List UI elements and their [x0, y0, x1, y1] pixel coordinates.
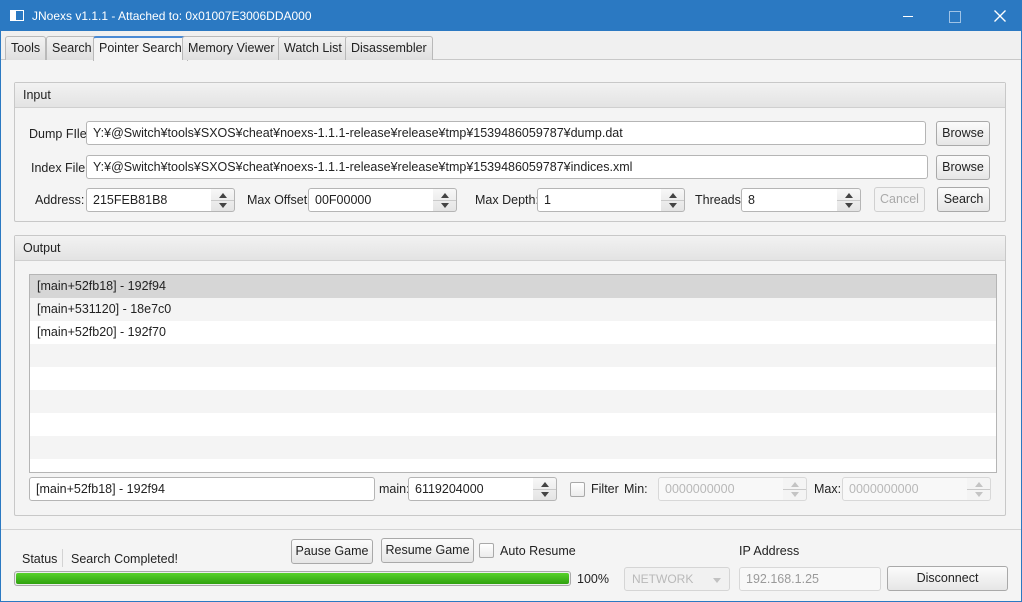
spin-up-icon — [791, 482, 799, 487]
address-label: Address: — [35, 193, 85, 207]
tab-watch-list[interactable]: Watch List — [278, 36, 348, 60]
max-depth-label: Max Depth: — [475, 193, 539, 207]
close-icon — [994, 10, 1006, 22]
pause-game-button[interactable]: Pause Game — [291, 539, 373, 564]
selected-result-field[interactable]: [main+52fb18] - 192f94 — [29, 477, 375, 501]
result-row[interactable]: [main+531120] - 18e7c0 — [30, 298, 996, 321]
auto-resume-label: Auto Resume — [500, 544, 576, 558]
filter-label: Filter — [591, 482, 619, 496]
spin-up-icon — [669, 193, 677, 198]
spin-down-icon — [441, 203, 449, 208]
max-offset-label: Max Offset: — [247, 193, 311, 207]
dump-file-field[interactable]: Y:¥@Switch¥tools¥SXOS¥cheat¥noexs-1.1.1-… — [86, 121, 926, 145]
tab-bar: Tools Search Pointer Search Memory Viewe… — [1, 31, 1021, 61]
threads-spinner[interactable] — [837, 188, 861, 212]
progress-bar — [14, 571, 571, 586]
search-button[interactable]: Search — [937, 187, 990, 212]
max-field[interactable]: 0000000000 — [842, 477, 968, 501]
spin-down-icon — [541, 492, 549, 497]
dump-file-label: Dump FIle: — [29, 127, 91, 141]
minimize-button[interactable] — [885, 1, 931, 31]
index-file-field[interactable]: Y:¥@Switch¥tools¥SXOS¥cheat¥noexs-1.1.1-… — [86, 155, 928, 179]
chevron-down-icon — [713, 578, 721, 583]
title-bar[interactable]: JNoexs v1.1.1 - Attached to: 0x01007E300… — [1, 1, 1021, 31]
index-file-label: Index File: — [31, 161, 89, 175]
min-label: Min: — [624, 482, 648, 496]
spin-up-icon — [441, 193, 449, 198]
tab-pointer-search[interactable]: Pointer Search — [93, 36, 188, 61]
results-list[interactable]: [main+52fb18] - 192f94 [main+531120] - 1… — [29, 274, 997, 473]
maximize-button[interactable] — [931, 1, 977, 31]
tab-memory-viewer[interactable]: Memory Viewer — [182, 36, 281, 60]
address-field[interactable]: 215FEB81B8 — [86, 188, 212, 212]
cancel-button[interactable]: Cancel — [874, 187, 925, 212]
ip-address-label: IP Address — [739, 544, 800, 558]
result-row — [30, 413, 996, 436]
status-text: Search Completed! — [71, 552, 179, 566]
max-offset-spinner[interactable] — [433, 188, 457, 212]
status-label: Status — [22, 552, 58, 566]
result-row — [30, 367, 996, 390]
progress-text: 100% — [577, 572, 609, 586]
result-row — [30, 436, 996, 459]
spin-down-icon — [845, 203, 853, 208]
result-row — [30, 344, 996, 367]
close-button[interactable] — [977, 1, 1022, 31]
spin-up-icon — [541, 482, 549, 487]
result-row — [30, 390, 996, 413]
status-separator — [62, 549, 63, 567]
result-row — [30, 459, 996, 472]
min-field[interactable]: 0000000000 — [658, 477, 784, 501]
status-divider — [1, 529, 1021, 530]
spin-down-icon — [975, 492, 983, 497]
min-spinner[interactable] — [783, 477, 807, 501]
auto-resume-checkbox[interactable] — [479, 543, 494, 558]
app-icon — [10, 10, 24, 21]
window-title: JNoexs v1.1.1 - Attached to: 0x01007E300… — [32, 9, 312, 23]
main-label: main: — [379, 482, 410, 496]
connection-type-value: NETWORK — [632, 572, 694, 586]
tab-tools[interactable]: Tools — [5, 36, 47, 60]
ip-address-field[interactable]: 192.168.1.25 — [739, 567, 881, 591]
max-spinner[interactable] — [967, 477, 991, 501]
result-row[interactable]: [main+52fb20] - 192f70 — [30, 321, 996, 344]
threads-label: Threads: — [695, 193, 745, 207]
spin-down-icon — [219, 203, 227, 208]
connection-type-select[interactable]: NETWORK — [624, 567, 730, 591]
output-pane-header: Output — [15, 236, 1005, 261]
tab-search[interactable]: Search — [46, 36, 98, 60]
tab-disassembler[interactable]: Disassembler — [345, 36, 433, 60]
input-pane-header: Input — [15, 83, 1005, 108]
resume-game-button[interactable]: Resume Game — [381, 538, 474, 563]
spin-up-icon — [219, 193, 227, 198]
max-depth-field[interactable]: 1 — [537, 188, 662, 212]
max-offset-field[interactable]: 00F00000 — [308, 188, 434, 212]
browse-dump-button[interactable]: Browse — [936, 121, 990, 146]
progress-fill — [16, 573, 569, 584]
spin-up-icon — [845, 193, 853, 198]
max-label: Max: — [814, 482, 842, 496]
app-window: JNoexs v1.1.1 - Attached to: 0x01007E300… — [0, 0, 1022, 602]
address-spinner[interactable] — [211, 188, 235, 212]
threads-field[interactable]: 8 — [741, 188, 838, 212]
spin-down-icon — [791, 492, 799, 497]
browse-index-button[interactable]: Browse — [936, 155, 990, 180]
max-depth-spinner[interactable] — [661, 188, 685, 212]
main-field[interactable]: 6119204000 — [408, 477, 534, 501]
spin-down-icon — [669, 203, 677, 208]
disconnect-button[interactable]: Disconnect — [887, 566, 1008, 591]
spin-up-icon — [975, 482, 983, 487]
result-row[interactable]: [main+52fb18] - 192f94 — [30, 275, 996, 298]
filter-checkbox[interactable] — [570, 482, 585, 497]
main-spinner[interactable] — [533, 477, 557, 501]
